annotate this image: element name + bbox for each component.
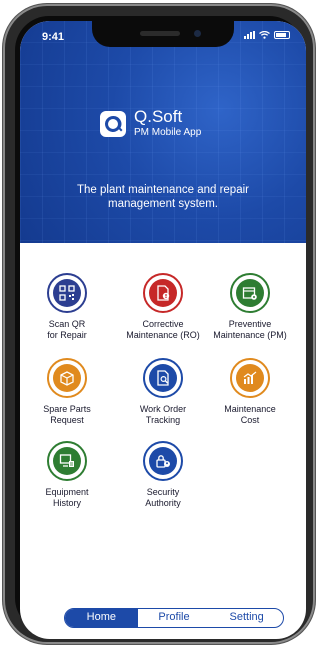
menu-label: Maintenance Cost xyxy=(224,404,276,425)
lock-user-icon xyxy=(143,441,183,481)
speaker-grille xyxy=(140,31,180,36)
tagline: The plant maintenance and repair managem… xyxy=(20,183,306,211)
wifi-icon xyxy=(259,31,270,39)
battery-icon xyxy=(274,31,290,39)
menu-label: Work Order Tracking xyxy=(139,404,187,425)
bottom-tab-bar: Home Profile Setting xyxy=(64,608,284,628)
app-name: PM Mobile App xyxy=(134,127,202,138)
brand-name: Q.Soft xyxy=(134,107,183,126)
tagline-line-2: management system. xyxy=(108,198,218,210)
menu-item-scan-qr[interactable]: Scan QR for Repair xyxy=(20,273,115,341)
qr-code-icon xyxy=(47,273,87,313)
menu-label: Security Authority xyxy=(145,487,181,508)
menu-item-work-order-tracking[interactable]: Work Order Tracking xyxy=(115,358,211,426)
menu-label: Spare Parts Request xyxy=(43,404,91,425)
box-icon xyxy=(47,358,87,398)
chart-coins-icon xyxy=(230,358,270,398)
notch xyxy=(92,21,234,47)
phone-frame: 9:41 Q.Soft PM Mobile App The plant main… xyxy=(3,4,315,644)
brand-logo-row: Q.Soft PM Mobile App xyxy=(100,108,201,139)
tab-home[interactable]: Home xyxy=(65,609,138,627)
menu-item-security-authority[interactable]: Security Authority xyxy=(115,441,211,509)
menu-label: Equipment History xyxy=(45,487,89,508)
menu-label: Corrective Maintenance (RO) xyxy=(126,319,200,340)
menu-item-maintenance-cost[interactable]: Maintenance Cost xyxy=(202,358,298,426)
signal-icon xyxy=(244,31,255,39)
menu-item-preventive-maintenance[interactable]: Preventive Maintenance (PM) xyxy=(202,273,298,341)
document-search-icon xyxy=(143,358,183,398)
monitor-history-icon xyxy=(47,441,87,481)
menu-label: Preventive Maintenance (PM) xyxy=(213,319,287,340)
menu-label: Scan QR for Repair xyxy=(47,319,87,340)
menu-item-corrective-maintenance[interactable]: Corrective Maintenance (RO) xyxy=(115,273,211,341)
hero-header: 9:41 Q.Soft PM Mobile App The plant main… xyxy=(20,21,306,243)
front-camera xyxy=(194,30,201,37)
menu-item-spare-parts[interactable]: Spare Parts Request xyxy=(20,358,115,426)
tagline-line-1: The plant maintenance and repair xyxy=(77,184,249,196)
document-alert-icon xyxy=(143,273,183,313)
status-icons xyxy=(244,31,290,39)
tab-setting[interactable]: Setting xyxy=(210,609,283,627)
qsoft-logo-icon xyxy=(100,110,126,137)
calendar-gear-icon xyxy=(230,273,270,313)
tab-profile[interactable]: Profile xyxy=(138,609,211,627)
app-screen: 9:41 Q.Soft PM Mobile App The plant main… xyxy=(20,21,306,639)
menu-item-equipment-history[interactable]: Equipment History xyxy=(20,441,115,509)
status-time: 9:41 xyxy=(42,31,65,43)
